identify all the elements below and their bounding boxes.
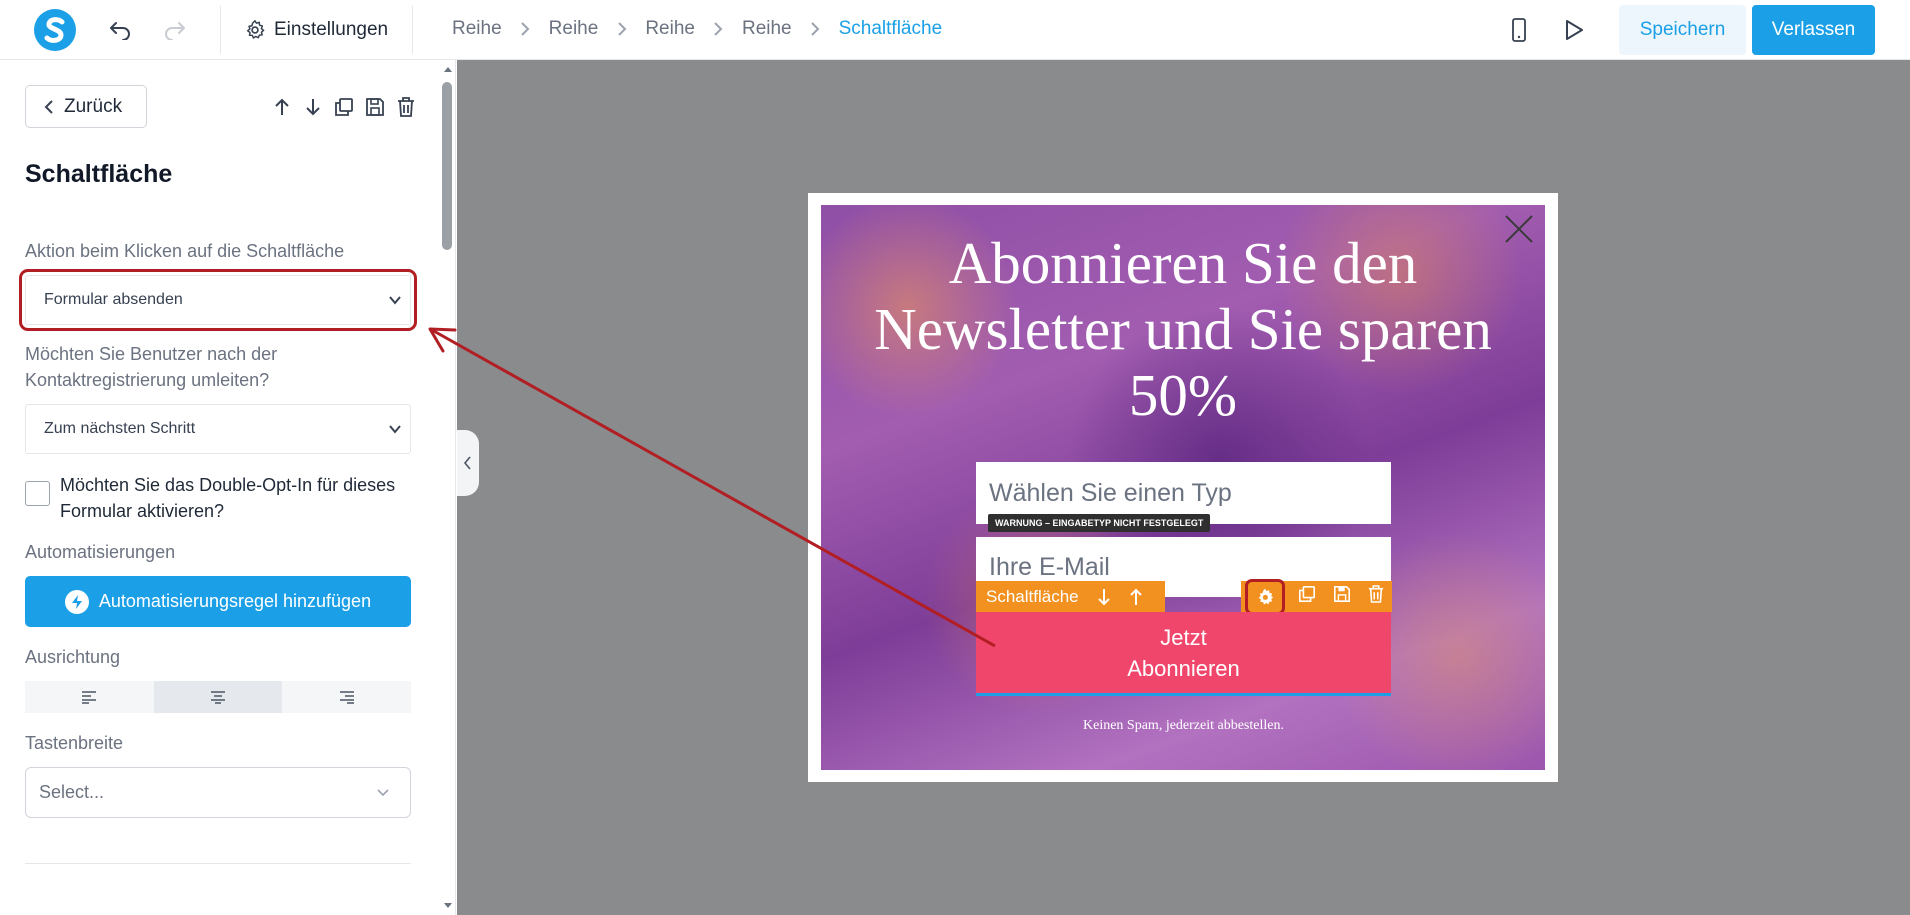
chevron-right-icon — [695, 21, 742, 37]
chevron-left-icon — [463, 456, 471, 470]
toolbar-divider — [220, 6, 221, 54]
popup-footer-text[interactable]: Keinen Spam, jederzeit abbestellen. — [976, 718, 1391, 734]
breadcrumb-item[interactable]: Reihe — [549, 18, 599, 40]
chevron-right-icon — [792, 21, 839, 37]
collapse-sidebar-button[interactable] — [457, 430, 479, 496]
chevron-down-icon — [389, 425, 401, 434]
popup-headline[interactable]: Abonnieren Sie den Newsletter und Sie sp… — [820, 230, 1546, 428]
button-width-select[interactable]: Select... — [25, 767, 411, 818]
action-label: Aktion beim Klicken auf die Schaltfläche — [25, 241, 345, 261]
element-save-icon[interactable] — [1333, 585, 1351, 608]
subscribe-button[interactable]: Jetzt Abonnieren — [976, 612, 1391, 696]
trash-icon[interactable] — [394, 95, 418, 119]
back-label: Zurück — [64, 95, 123, 117]
save-button[interactable]: Speichern — [1619, 5, 1746, 55]
align-center-icon[interactable] — [153, 681, 283, 713]
alignment-label: Ausrichtung — [25, 647, 121, 667]
subscribe-line-2: Abonnieren — [1127, 655, 1240, 681]
element-toolbar: Schaltfläche — [976, 578, 1392, 615]
chevron-right-icon — [598, 21, 645, 37]
alignment-group — [25, 681, 411, 713]
subscribe-line-1: Jetzt — [1160, 624, 1207, 650]
breadcrumb-item[interactable]: Reihe — [645, 18, 695, 40]
top-bar: Einstellungen Reihe Reihe Reihe Reihe Sc… — [0, 0, 1910, 60]
toolbar-divider — [412, 6, 413, 54]
action-select[interactable]: Formular absenden — [19, 269, 417, 331]
mobile-preview-icon[interactable] — [1503, 14, 1535, 46]
panel-title: Schaltfläche — [25, 160, 173, 188]
add-automation-label: Automatisierungsregel hinzufügen — [98, 591, 372, 611]
chevron-right-icon — [502, 21, 549, 37]
app-logo-icon[interactable] — [34, 9, 76, 51]
add-automation-button[interactable]: Automatisierungsregel hinzufügen — [25, 576, 411, 627]
back-button[interactable]: Zurück — [25, 85, 147, 128]
align-right-icon[interactable] — [282, 681, 411, 713]
element-trash-icon[interactable] — [1368, 585, 1384, 608]
double-opt-in-row: Möchten Sie das Double-Opt-In für dieses… — [25, 472, 425, 524]
exit-button[interactable]: Verlassen — [1752, 5, 1875, 55]
align-left-icon[interactable] — [25, 681, 154, 713]
breadcrumb-item[interactable]: Reihe — [452, 18, 502, 40]
email-input-placeholder: Ihre E-Mail — [989, 552, 1110, 581]
redo-icon[interactable] — [159, 14, 191, 46]
arrow-down-icon[interactable] — [1097, 588, 1111, 606]
element-tools — [1241, 578, 1392, 615]
move-down-icon[interactable] — [301, 95, 325, 119]
element-duplicate-icon[interactable] — [1298, 585, 1316, 608]
element-actions — [270, 95, 418, 119]
double-opt-in-checkbox[interactable] — [25, 481, 50, 506]
settings-label: Einstellungen — [274, 19, 389, 40]
warning-badge: WARNUNG – EINGABETYP NICHT FESTGELEGT — [988, 514, 1211, 532]
button-width-label: Tastenbreite — [25, 733, 124, 753]
section-divider — [25, 863, 411, 864]
breadcrumb-item[interactable]: Reihe — [742, 18, 792, 40]
type-input-placeholder: Wählen Sie einen Typ — [989, 478, 1232, 507]
save-block-icon[interactable] — [363, 95, 387, 119]
chevron-down-icon — [377, 789, 389, 797]
duplicate-icon[interactable] — [332, 95, 356, 119]
chevron-down-icon — [389, 296, 401, 305]
breadcrumb: Reihe Reihe Reihe Reihe Schaltfläche — [452, 18, 942, 40]
undo-icon[interactable] — [104, 14, 136, 46]
settings-button[interactable]: Einstellungen — [244, 14, 388, 46]
chevron-left-icon — [44, 99, 53, 114]
redirect-label: Möchten Sie Benutzer nach der Kontaktreg… — [25, 344, 278, 390]
bolt-icon — [64, 589, 89, 614]
redirect-select[interactable]: Zum nächsten Schritt — [25, 404, 411, 454]
element-toolbar-label: Schaltfläche — [976, 581, 1165, 612]
element-type-label: Schaltfläche — [986, 586, 1079, 606]
automations-label: Automatisierungen — [25, 542, 176, 562]
settings-sidebar: Zurück Schaltfläche Aktion beim Klicken … — [0, 60, 456, 915]
arrow-up-icon[interactable] — [1129, 588, 1143, 606]
element-settings-icon[interactable] — [1245, 578, 1286, 615]
double-opt-in-label: Möchten Sie das Double-Opt-In für dieses… — [60, 475, 396, 521]
move-up-icon[interactable] — [270, 95, 294, 119]
action-select-value: Formular absenden — [44, 291, 183, 308]
breadcrumb-current[interactable]: Schaltfläche — [839, 18, 943, 40]
redirect-select-value: Zum nächsten Schritt — [44, 420, 196, 437]
gear-icon — [246, 20, 265, 39]
play-preview-icon[interactable] — [1558, 14, 1590, 46]
button-width-placeholder: Select... — [39, 782, 105, 802]
sidebar-scroll-thumb[interactable] — [442, 82, 452, 250]
